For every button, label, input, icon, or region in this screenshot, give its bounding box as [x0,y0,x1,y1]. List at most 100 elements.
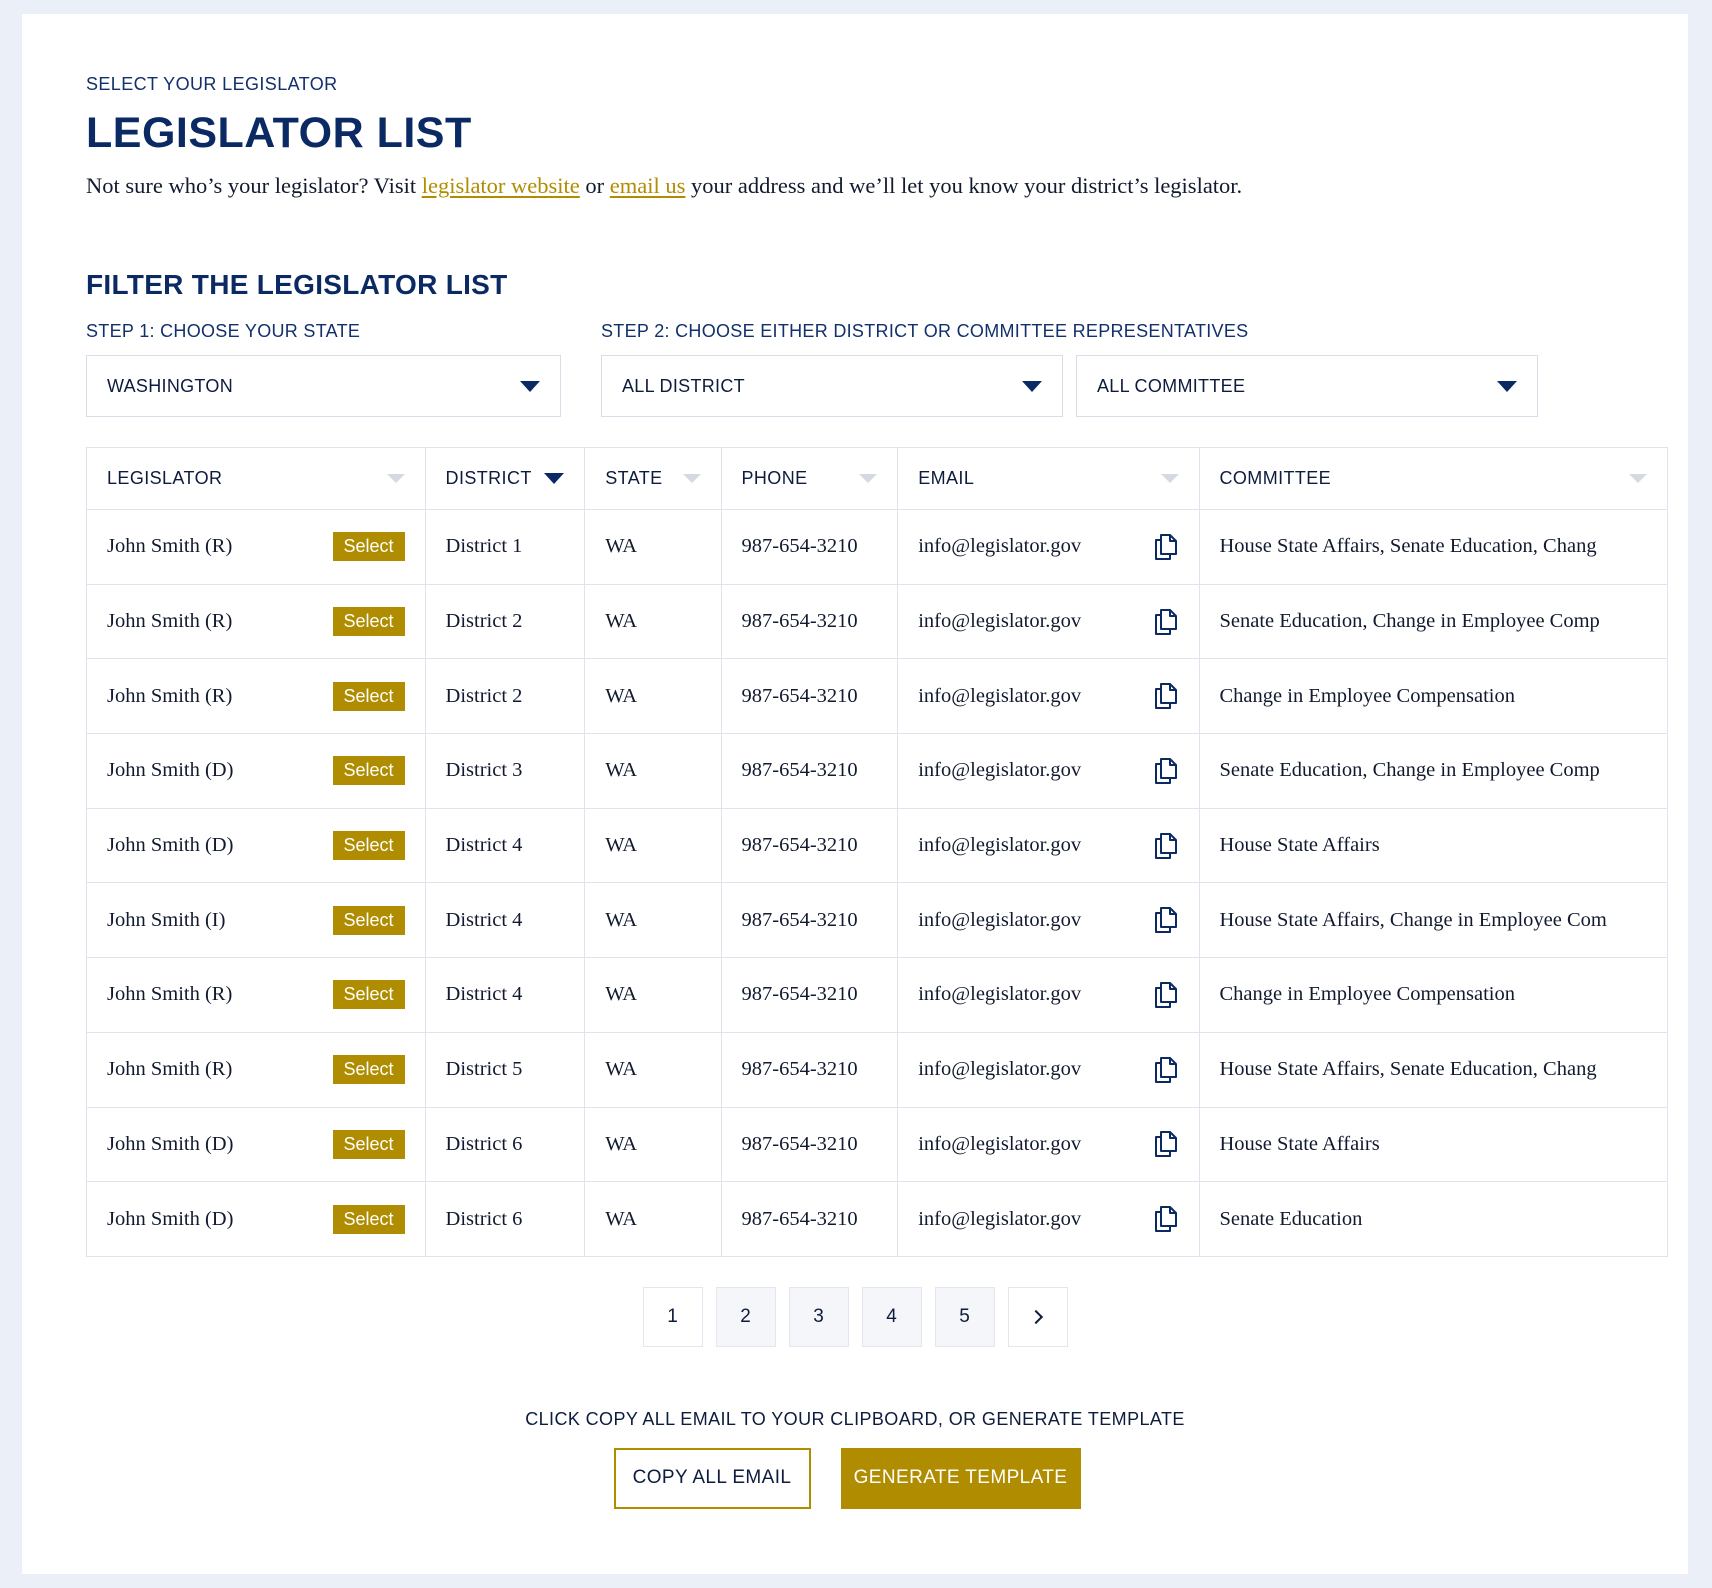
legislator-cell: John Smith (R) Select [86,509,426,585]
copy-icon[interactable] [1153,533,1179,561]
select-button[interactable]: Select [332,1129,405,1159]
sort-caret-icon [859,474,878,483]
select-button[interactable]: Select [332,980,405,1010]
intro-text-middle: or [579,173,610,198]
committee-select[interactable]: ALL COMMITTEE [1076,355,1538,417]
legislator-name: John Smith (R) [107,610,233,633]
email-cell: info@legislator.gov [897,882,1200,959]
district-select-value: ALL DISTRICT [622,375,745,396]
select-button[interactable]: Select [332,905,405,935]
table-row: John Smith (D) Select District 3 WA 987-6… [86,733,1668,809]
district-cell: District 2 [424,658,586,735]
legislator-name: John Smith (R) [107,1058,233,1081]
select-button[interactable]: Select [332,1204,405,1234]
copy-icon[interactable] [1153,981,1179,1009]
page-title: LEGISLATOR LIST [86,109,472,157]
email-text: info@legislator.gov [918,834,1082,857]
legislator-name: John Smith (R) [107,983,233,1006]
phone-cell: 987-654-3210 [720,882,899,959]
email-cell: info@legislator.gov [897,658,1200,735]
email-text: info@legislator.gov [918,983,1082,1006]
copy-icon[interactable] [1153,757,1179,785]
select-button[interactable]: Select [332,681,405,711]
table-row: John Smith (D) Select District 6 WA 987-6… [86,1181,1668,1257]
state-cell: WA [584,658,722,735]
page-button-5[interactable]: 5 [934,1286,995,1347]
column-header-phone[interactable]: PHONE [720,447,899,510]
committee-cell: House State Affairs [1198,1106,1668,1183]
district-cell: District 3 [424,733,586,809]
sort-caret-icon [386,474,405,483]
page-button-4[interactable]: 4 [861,1286,922,1347]
state-select[interactable]: WASHINGTON [86,355,561,417]
intro-text-after: your address and we’ll let you know your… [685,173,1243,198]
sort-caret-icon [1160,474,1179,483]
intro-text: Not sure who’s your legislator? Visit le… [86,173,1624,199]
page-button-2[interactable]: 2 [715,1286,776,1347]
email-us-link[interactable]: email us [610,173,686,198]
email-text: info@legislator.gov [918,610,1082,633]
legislator-website-link[interactable]: legislator website [422,173,580,198]
column-header-label: PHONE [741,468,808,488]
copy-icon[interactable] [1153,608,1179,636]
caret-down-icon [1497,380,1517,392]
column-header-state[interactable]: STATE [584,447,722,510]
table-row: John Smith (D) Select District 6 WA 987-6… [86,1106,1668,1183]
copy-icon[interactable] [1153,1130,1179,1158]
table-row: John Smith (R) Select District 4 WA 987-6… [86,957,1668,1033]
filter-step-2: STEP 2: CHOOSE EITHER DISTRICT OR COMMIT… [601,321,1538,417]
district-cell: District 4 [424,882,586,959]
email-text: info@legislator.gov [918,1058,1082,1081]
phone-cell: 987-654-3210 [720,1031,899,1108]
email-text: info@legislator.gov [918,684,1082,707]
step-2-label: STEP 2: CHOOSE EITHER DISTRICT OR COMMIT… [601,321,1249,341]
select-button[interactable]: Select [332,756,405,786]
committee-text: Senate Education, Change in Employee Com… [1219,759,1600,782]
email-cell: info@legislator.gov [897,1106,1200,1183]
column-header-district[interactable]: DISTRICT [424,447,586,510]
district-select[interactable]: ALL DISTRICT [601,355,1063,417]
email-text: info@legislator.gov [918,1132,1082,1155]
copy-icon[interactable] [1153,832,1179,860]
state-cell: WA [584,882,722,959]
copy-icon[interactable] [1153,682,1179,710]
district-cell: District 4 [424,807,586,884]
committee-cell: Senate Education, Change in Employee Com… [1198,733,1668,809]
state-cell: WA [584,1181,722,1257]
legislator-name: John Smith (D) [107,1207,234,1230]
state-cell: WA [584,583,722,660]
legislator-cell: John Smith (D) Select [86,1106,426,1183]
copy-icon[interactable] [1153,906,1179,934]
generate-template-button[interactable]: GENERATE TEMPLATE [840,1447,1081,1509]
committee-cell: House State Affairs, Change in Employee … [1198,882,1668,959]
select-button[interactable]: Select [332,831,405,861]
column-header-legislator[interactable]: LEGISLATOR [86,447,426,510]
copy-all-email-button[interactable]: COPY ALL EMAIL [613,1447,811,1509]
state-cell: WA [584,957,722,1033]
committee-text: House State Affairs, Senate Education, C… [1219,1058,1597,1081]
committee-text: House State Affairs, Senate Education, C… [1219,535,1597,558]
legislator-cell: John Smith (R) Select [86,658,426,735]
copy-icon[interactable] [1153,1056,1179,1084]
action-buttons: COPY ALL EMAIL GENERATE TEMPLATE [70,1447,1624,1509]
state-select-value: WASHINGTON [107,375,234,396]
select-button[interactable]: Select [332,532,405,562]
column-header-email[interactable]: EMAIL [897,447,1200,510]
phone-cell: 987-654-3210 [720,583,899,660]
district-cell: District 2 [424,583,586,660]
column-header-committee[interactable]: COMMITTEE [1198,447,1668,510]
sort-caret-icon [544,473,565,484]
legislator-cell: John Smith (D) Select [86,733,426,809]
email-text: info@legislator.gov [918,535,1082,558]
table-row: John Smith (D) Select District 4 WA 987-6… [86,807,1668,884]
state-cell: WA [584,807,722,884]
email-cell: info@legislator.gov [897,1181,1200,1257]
email-cell: info@legislator.gov [897,733,1200,809]
copy-icon[interactable] [1153,1205,1179,1233]
page-button-3[interactable]: 3 [788,1286,849,1347]
next-page-button[interactable] [1007,1286,1068,1347]
page-button-1[interactable]: 1 [642,1286,703,1347]
select-button[interactable]: Select [332,1055,405,1085]
select-button[interactable]: Select [332,607,405,637]
legislator-cell: John Smith (R) Select [86,1031,426,1108]
